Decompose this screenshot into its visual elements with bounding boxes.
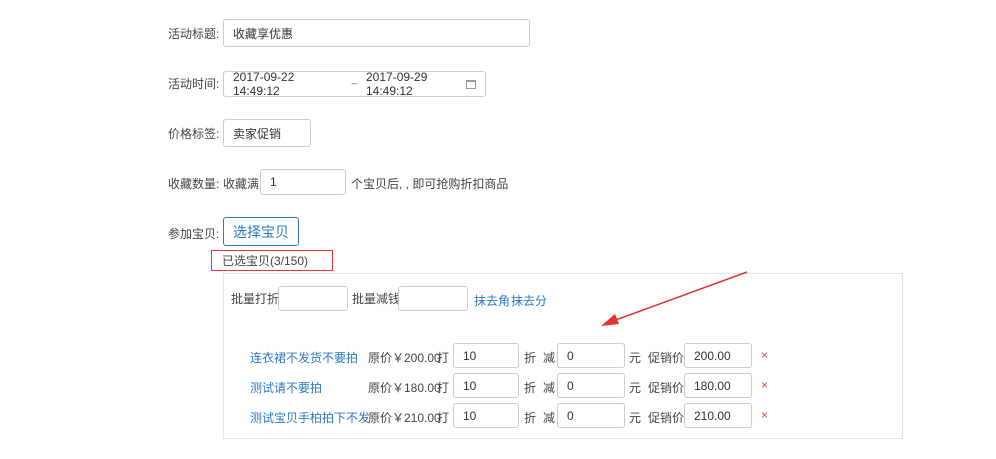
select-items-button[interactable]: 选择宝贝 bbox=[223, 217, 299, 246]
date-separator: ~ bbox=[350, 77, 358, 91]
reduce-input[interactable]: 0 bbox=[557, 343, 625, 368]
yuan-label: 元 bbox=[629, 381, 642, 395]
discount-input[interactable]: 10 bbox=[453, 373, 519, 398]
collect-prefix: 收藏满 bbox=[223, 177, 260, 191]
end-date: 2017-09-29 14:49:12 bbox=[366, 70, 428, 98]
selected-count: 已选宝贝(3/150) bbox=[222, 254, 309, 268]
selected-count-highlight: 已选宝贝(3/150) bbox=[211, 250, 333, 271]
discount-input[interactable]: 10 bbox=[453, 403, 519, 428]
promo-price-label: 促销价 bbox=[648, 351, 685, 365]
discount-label: 打 bbox=[437, 351, 450, 365]
original-price: 原价￥180.00 bbox=[368, 381, 441, 395]
collect-count-label: 收藏数量: bbox=[168, 177, 220, 191]
batch-discount-label: 批量打折 bbox=[231, 292, 280, 306]
minus-label: 减 bbox=[543, 411, 556, 425]
close-icon[interactable]: × bbox=[761, 408, 768, 422]
discount-label: 打 bbox=[437, 411, 450, 425]
product-name-link[interactable]: 测试请不要拍 bbox=[250, 379, 322, 396]
calendar-icon[interactable] bbox=[466, 80, 476, 89]
zhe-label: 折 bbox=[524, 411, 537, 425]
title-label: 活动标题: bbox=[168, 27, 220, 41]
original-price: 原价￥210.00 bbox=[368, 411, 441, 425]
price-tag-label: 价格标签: bbox=[168, 127, 220, 141]
minus-label: 减 bbox=[543, 381, 556, 395]
close-icon[interactable]: × bbox=[761, 378, 768, 392]
original-price: 原价￥200.00 bbox=[368, 351, 441, 365]
promo-price-label: 促销价 bbox=[648, 381, 685, 395]
promo-price-label: 促销价 bbox=[648, 411, 685, 425]
round-fen-link[interactable]: 抹去分 bbox=[511, 292, 547, 309]
minus-label: 减 bbox=[543, 351, 556, 365]
date-range-input[interactable]: 2017-09-22 14:49:12 ~ 2017-09-29 14:49:1… bbox=[223, 70, 486, 98]
promo-price-input[interactable]: 180.00 bbox=[684, 373, 752, 398]
collect-suffix: 个宝贝后, , 即可抢购折扣商品 bbox=[351, 177, 509, 191]
close-icon[interactable]: × bbox=[761, 348, 768, 362]
promo-price-input[interactable]: 200.00 bbox=[684, 343, 752, 368]
reduce-input[interactable]: 0 bbox=[557, 403, 625, 428]
collect-count-input[interactable]: 1 bbox=[260, 169, 346, 195]
round-jiao-link[interactable]: 抹去角 bbox=[474, 292, 510, 309]
discount-label: 打 bbox=[437, 381, 450, 395]
product-name-link[interactable]: 连衣裙不发货不要拍 bbox=[250, 349, 358, 366]
product-name-link[interactable]: 测试宝贝手柏拍下不发 bbox=[250, 409, 370, 426]
batch-reduce-input[interactable] bbox=[398, 286, 468, 311]
start-date: 2017-09-22 14:49:12 bbox=[233, 70, 295, 98]
promo-price-input[interactable]: 210.00 bbox=[684, 403, 752, 428]
time-label: 活动时间: bbox=[168, 77, 220, 91]
batch-discount-input[interactable] bbox=[278, 286, 348, 311]
reduce-input[interactable]: 0 bbox=[557, 373, 625, 398]
discount-input[interactable]: 10 bbox=[453, 343, 519, 368]
zhe-label: 折 bbox=[524, 381, 537, 395]
annotation-arrow bbox=[601, 271, 748, 326]
title-input[interactable]: 收藏享优惠 bbox=[223, 19, 530, 47]
zhe-label: 折 bbox=[524, 351, 537, 365]
yuan-label: 元 bbox=[629, 411, 642, 425]
items-label: 参加宝贝: bbox=[168, 227, 220, 241]
price-tag-input[interactable]: 卖家促销 bbox=[223, 119, 311, 147]
yuan-label: 元 bbox=[629, 351, 642, 365]
batch-reduce-label: 批量减钱 bbox=[352, 292, 401, 306]
